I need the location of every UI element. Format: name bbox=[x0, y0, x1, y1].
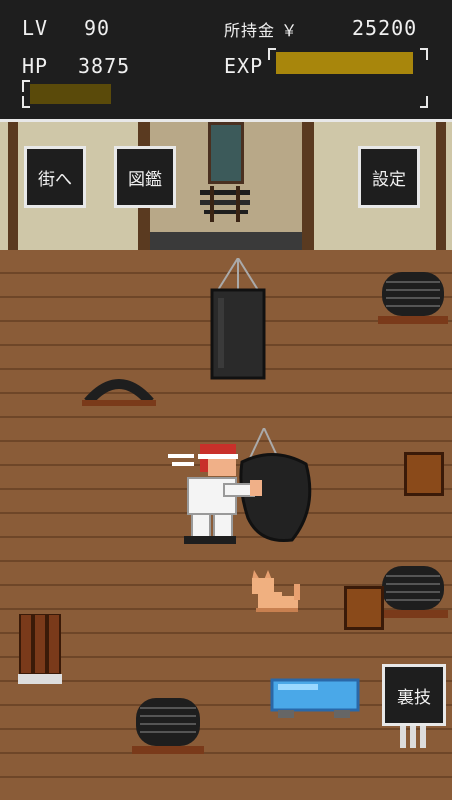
settings-button[interactable]: 設定 bbox=[358, 146, 420, 208]
town-button[interactable]: 街へ bbox=[24, 146, 86, 208]
wooden-crate-icon bbox=[404, 452, 444, 496]
wall-pillar bbox=[8, 122, 18, 250]
hp-value: 3875 bbox=[78, 54, 131, 78]
cat-icon[interactable] bbox=[248, 566, 304, 614]
player-fighter-icon bbox=[168, 428, 312, 544]
money-value: 25200 bbox=[352, 16, 418, 40]
hanging-scroll-icon bbox=[208, 122, 244, 184]
punching-bag-icon[interactable] bbox=[206, 258, 270, 382]
level-label: LV bbox=[22, 16, 49, 40]
tire-stack-icon bbox=[378, 272, 448, 324]
tire-stack-icon bbox=[132, 698, 204, 754]
katana-rack-icon bbox=[200, 186, 250, 222]
wooden-crate-icon bbox=[344, 586, 384, 630]
alcove-base bbox=[150, 232, 302, 250]
ice-block-icon[interactable] bbox=[268, 676, 362, 722]
wall-pillar bbox=[436, 122, 446, 250]
hp-bar-fill bbox=[30, 84, 111, 104]
tire-stack-icon bbox=[378, 566, 448, 618]
wooden-posts-icon bbox=[18, 614, 62, 684]
exp-bar-fill bbox=[276, 52, 413, 74]
tire-mat-icon bbox=[82, 379, 156, 406]
training-stand-icon bbox=[400, 726, 426, 748]
money-label: 所持金 ￥ bbox=[224, 21, 299, 40]
hp-bar bbox=[22, 80, 222, 108]
exp-bar bbox=[268, 48, 428, 108]
exp-label: EXP bbox=[224, 54, 264, 78]
encyclopedia-button[interactable]: 図鑑 bbox=[114, 146, 176, 208]
hp-label: HP bbox=[22, 54, 49, 78]
status-panel: LV 90 所持金 ￥ 25200 HP 3875 EXP bbox=[0, 0, 452, 122]
wall-pillar bbox=[302, 122, 314, 250]
secret-move-button[interactable]: 裏技 bbox=[382, 664, 446, 726]
level-value: 90 bbox=[84, 16, 111, 40]
